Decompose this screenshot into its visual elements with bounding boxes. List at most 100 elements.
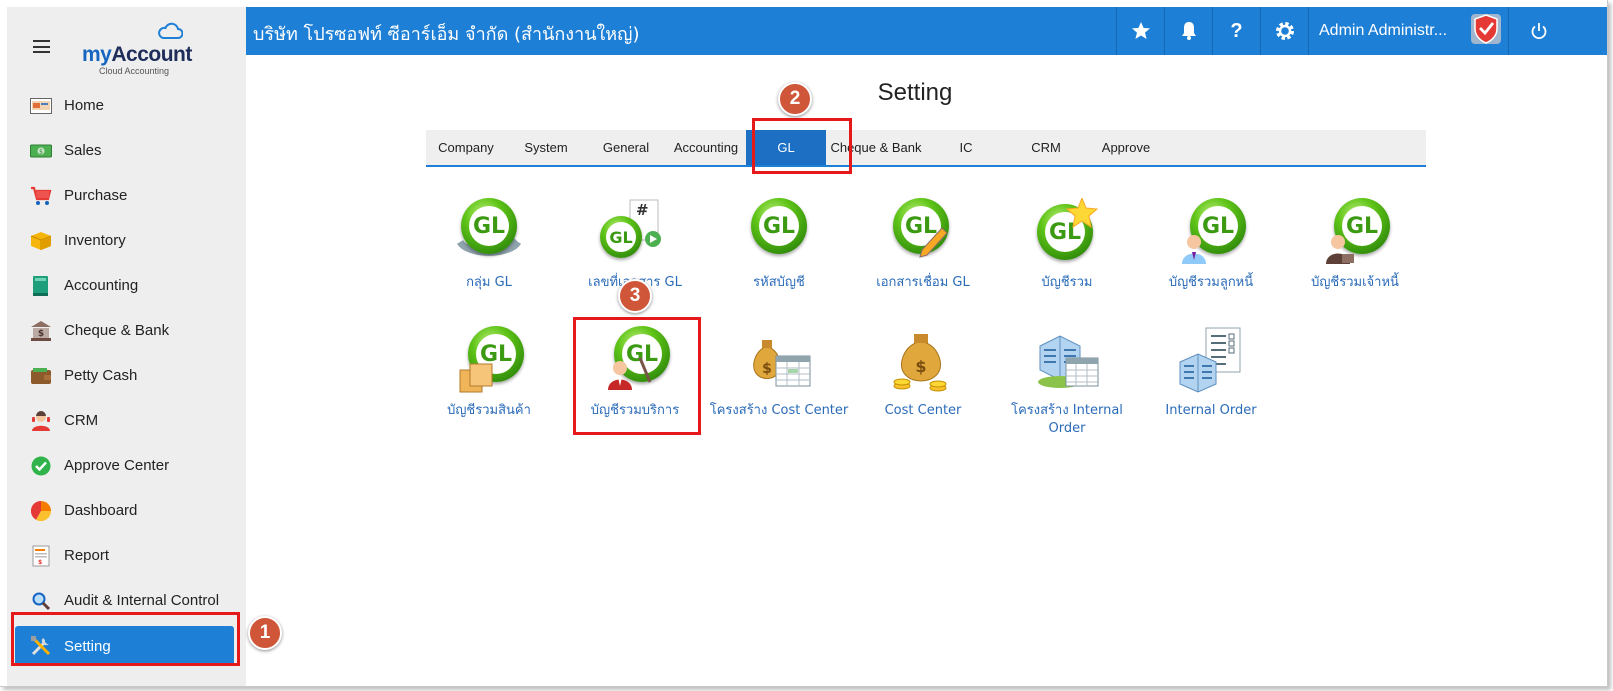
gl-group-icon: GL bbox=[454, 198, 524, 268]
favorites-button[interactable] bbox=[1116, 7, 1164, 55]
page-title: Setting bbox=[877, 79, 953, 106]
control-account-item[interactable]: GL บัญชีรวม bbox=[992, 198, 1142, 292]
book-icon bbox=[29, 274, 53, 298]
tab-gl[interactable]: GL bbox=[746, 130, 826, 165]
pie-chart-icon bbox=[29, 499, 53, 523]
step1-badge: 1 bbox=[248, 616, 282, 650]
sidebar-item-audit-internal-control[interactable]: Audit & Internal Control bbox=[7, 578, 246, 623]
control-account-label: บัญชีรวม bbox=[1041, 275, 1093, 290]
gl-group-item[interactable]: GL กลุ่ม GL bbox=[414, 198, 564, 292]
svg-text:$: $ bbox=[38, 329, 44, 339]
svg-text:$: $ bbox=[762, 361, 772, 377]
step2-badge: 2 bbox=[778, 82, 812, 116]
tab-cheque-bank[interactable]: Cheque & Bank bbox=[826, 130, 926, 165]
tab-approve[interactable]: Approve bbox=[1086, 130, 1166, 165]
sidebar-item-crm[interactable]: CRM bbox=[7, 398, 246, 443]
sidebar-item-setting[interactable]: Setting bbox=[15, 626, 234, 666]
cost-center-structure-label: โครงสร้าง Cost Center bbox=[709, 403, 849, 418]
cost-center-item[interactable]: $ Cost Center bbox=[848, 326, 998, 420]
sidebar-item-label: Purchase bbox=[64, 187, 128, 204]
sidebar-item-label: Audit & Internal Control bbox=[64, 592, 220, 609]
sidebar-item-label: Setting bbox=[64, 637, 111, 655]
help-button[interactable]: ? bbox=[1212, 7, 1260, 55]
box-icon bbox=[29, 229, 53, 253]
check-icon bbox=[29, 454, 53, 478]
sidebar-item-label: Dashboard bbox=[64, 502, 138, 519]
receivable-control-account-icon: GL bbox=[1176, 198, 1246, 268]
wallet-icon bbox=[29, 364, 53, 388]
tab-crm[interactable]: CRM bbox=[1006, 130, 1086, 165]
app-logo-subtitle: Cloud Accounting bbox=[99, 66, 170, 76]
cloud-icon bbox=[158, 22, 183, 39]
sidebar-item-label: Sales bbox=[64, 142, 102, 159]
svg-text:$: $ bbox=[38, 559, 42, 566]
bank-icon: $ bbox=[29, 319, 53, 343]
account-code-label: รหัสบัญชี bbox=[753, 275, 805, 290]
sidebar-item-sales[interactable]: $ Sales bbox=[7, 128, 246, 173]
logout-button[interactable] bbox=[1508, 7, 1568, 55]
tab-system[interactable]: System bbox=[506, 130, 586, 165]
gl-link-document-icon: GL bbox=[888, 198, 958, 268]
sidebar-item-accounting[interactable]: Accounting bbox=[7, 263, 246, 308]
user-avatar-icon bbox=[1471, 14, 1501, 44]
sidebar-item-petty-cash[interactable]: Petty Cash bbox=[7, 353, 246, 398]
tools-icon bbox=[29, 634, 53, 658]
report-icon: $ bbox=[29, 544, 53, 568]
tab-ic[interactable]: IC bbox=[926, 130, 1006, 165]
sidebar-item-inventory[interactable]: Inventory bbox=[7, 218, 246, 263]
gl-document-number-item[interactable]: # GL เลขที่เอกสาร GL bbox=[560, 198, 710, 292]
tab-company[interactable]: Company bbox=[426, 130, 506, 165]
payable-control-account-item[interactable]: GL บัญชีรวมเจ้าหนี้ bbox=[1280, 198, 1430, 292]
user-menu[interactable]: Admin Administr... bbox=[1308, 7, 1508, 55]
notifications-button[interactable] bbox=[1164, 7, 1212, 55]
sidebar-item-cheque-bank[interactable]: $ Cheque & Bank bbox=[7, 308, 246, 353]
payable-control-account-label: บัญชีรวมเจ้าหนี้ bbox=[1311, 275, 1399, 290]
service-control-account-item[interactable]: GL บัญชีรวมบริการ bbox=[560, 326, 710, 420]
sidebar-item-dashboard[interactable]: Dashboard bbox=[7, 488, 246, 533]
app-window: myAccount Cloud Accounting Home $ Sales bbox=[0, 0, 1608, 687]
cost-center-label: Cost Center bbox=[884, 403, 962, 418]
inventory-control-account-icon: GL bbox=[454, 326, 524, 396]
account-code-item[interactable]: GL รหัสบัญชี bbox=[704, 198, 854, 292]
sidebar-item-label: Cheque & Bank bbox=[64, 322, 170, 339]
brand-area: myAccount Cloud Accounting bbox=[7, 7, 246, 76]
receivable-control-account-label: บัญชีรวมลูกหนี้ bbox=[1168, 275, 1254, 290]
sidebar-item-label: Report bbox=[64, 547, 110, 564]
sidebar-item-approve-center[interactable]: Approve Center bbox=[7, 443, 246, 488]
gear-icon bbox=[1275, 22, 1294, 40]
sidebar-item-report[interactable]: $ Report bbox=[7, 533, 246, 578]
svg-text:$: $ bbox=[39, 148, 43, 155]
bell-icon bbox=[1181, 22, 1196, 40]
sidebar-item-purchase[interactable]: Purchase bbox=[7, 173, 246, 218]
sidebar-item-label: Inventory bbox=[64, 232, 126, 249]
company-name: บริษัท โปรซอฟท์ ซีอาร์เอ็ม จำกัด (สำนักง… bbox=[253, 24, 640, 45]
sidebar: myAccount Cloud Accounting Home $ Sales bbox=[7, 7, 246, 686]
top-bar: บริษัท โปรซอฟท์ ซีอาร์เอ็ม จำกัด (สำนักง… bbox=[246, 7, 1607, 55]
app-logo[interactable]: myAccount Cloud Accounting bbox=[75, 21, 195, 76]
internal-order-icon bbox=[1176, 326, 1246, 396]
settings-button[interactable] bbox=[1260, 7, 1308, 55]
sales-icon: $ bbox=[29, 139, 53, 163]
hamburger-menu-icon[interactable] bbox=[33, 40, 50, 53]
magnifier-icon bbox=[29, 589, 53, 613]
gl-link-document-label: เอกสารเชื่อม GL bbox=[876, 275, 970, 290]
internal-order-label: Internal Order bbox=[1165, 403, 1257, 418]
internal-order-structure-item[interactable]: โครงสร้าง Internal Order bbox=[992, 326, 1142, 438]
sidebar-item-label: Petty Cash bbox=[64, 367, 138, 384]
sidebar-item-home[interactable]: Home bbox=[7, 83, 246, 128]
service-control-account-icon: GL bbox=[600, 326, 670, 396]
svg-text:$: $ bbox=[915, 357, 926, 376]
gl-link-document-item[interactable]: GL เอกสารเชื่อม GL bbox=[848, 198, 998, 292]
inventory-control-account-item[interactable]: GL บัญชีรวมสินค้า bbox=[414, 326, 564, 420]
internal-order-item[interactable]: Internal Order bbox=[1136, 326, 1286, 420]
internal-order-structure-label: โครงสร้าง Internal Order bbox=[1011, 403, 1123, 436]
receivable-control-account-item[interactable]: GL บัญชีรวมลูกหนี้ bbox=[1136, 198, 1286, 292]
home-icon bbox=[29, 94, 53, 118]
tab-accounting[interactable]: Accounting bbox=[666, 130, 746, 165]
power-icon bbox=[1531, 23, 1546, 40]
tab-general[interactable]: General bbox=[586, 130, 666, 165]
app-logo-text: myAccount bbox=[82, 43, 192, 66]
cost-center-structure-icon: $ bbox=[744, 326, 814, 396]
cost-center-structure-item[interactable]: $ โครงสร้าง Cost Center bbox=[704, 326, 854, 420]
account-code-icon: GL bbox=[744, 198, 814, 268]
